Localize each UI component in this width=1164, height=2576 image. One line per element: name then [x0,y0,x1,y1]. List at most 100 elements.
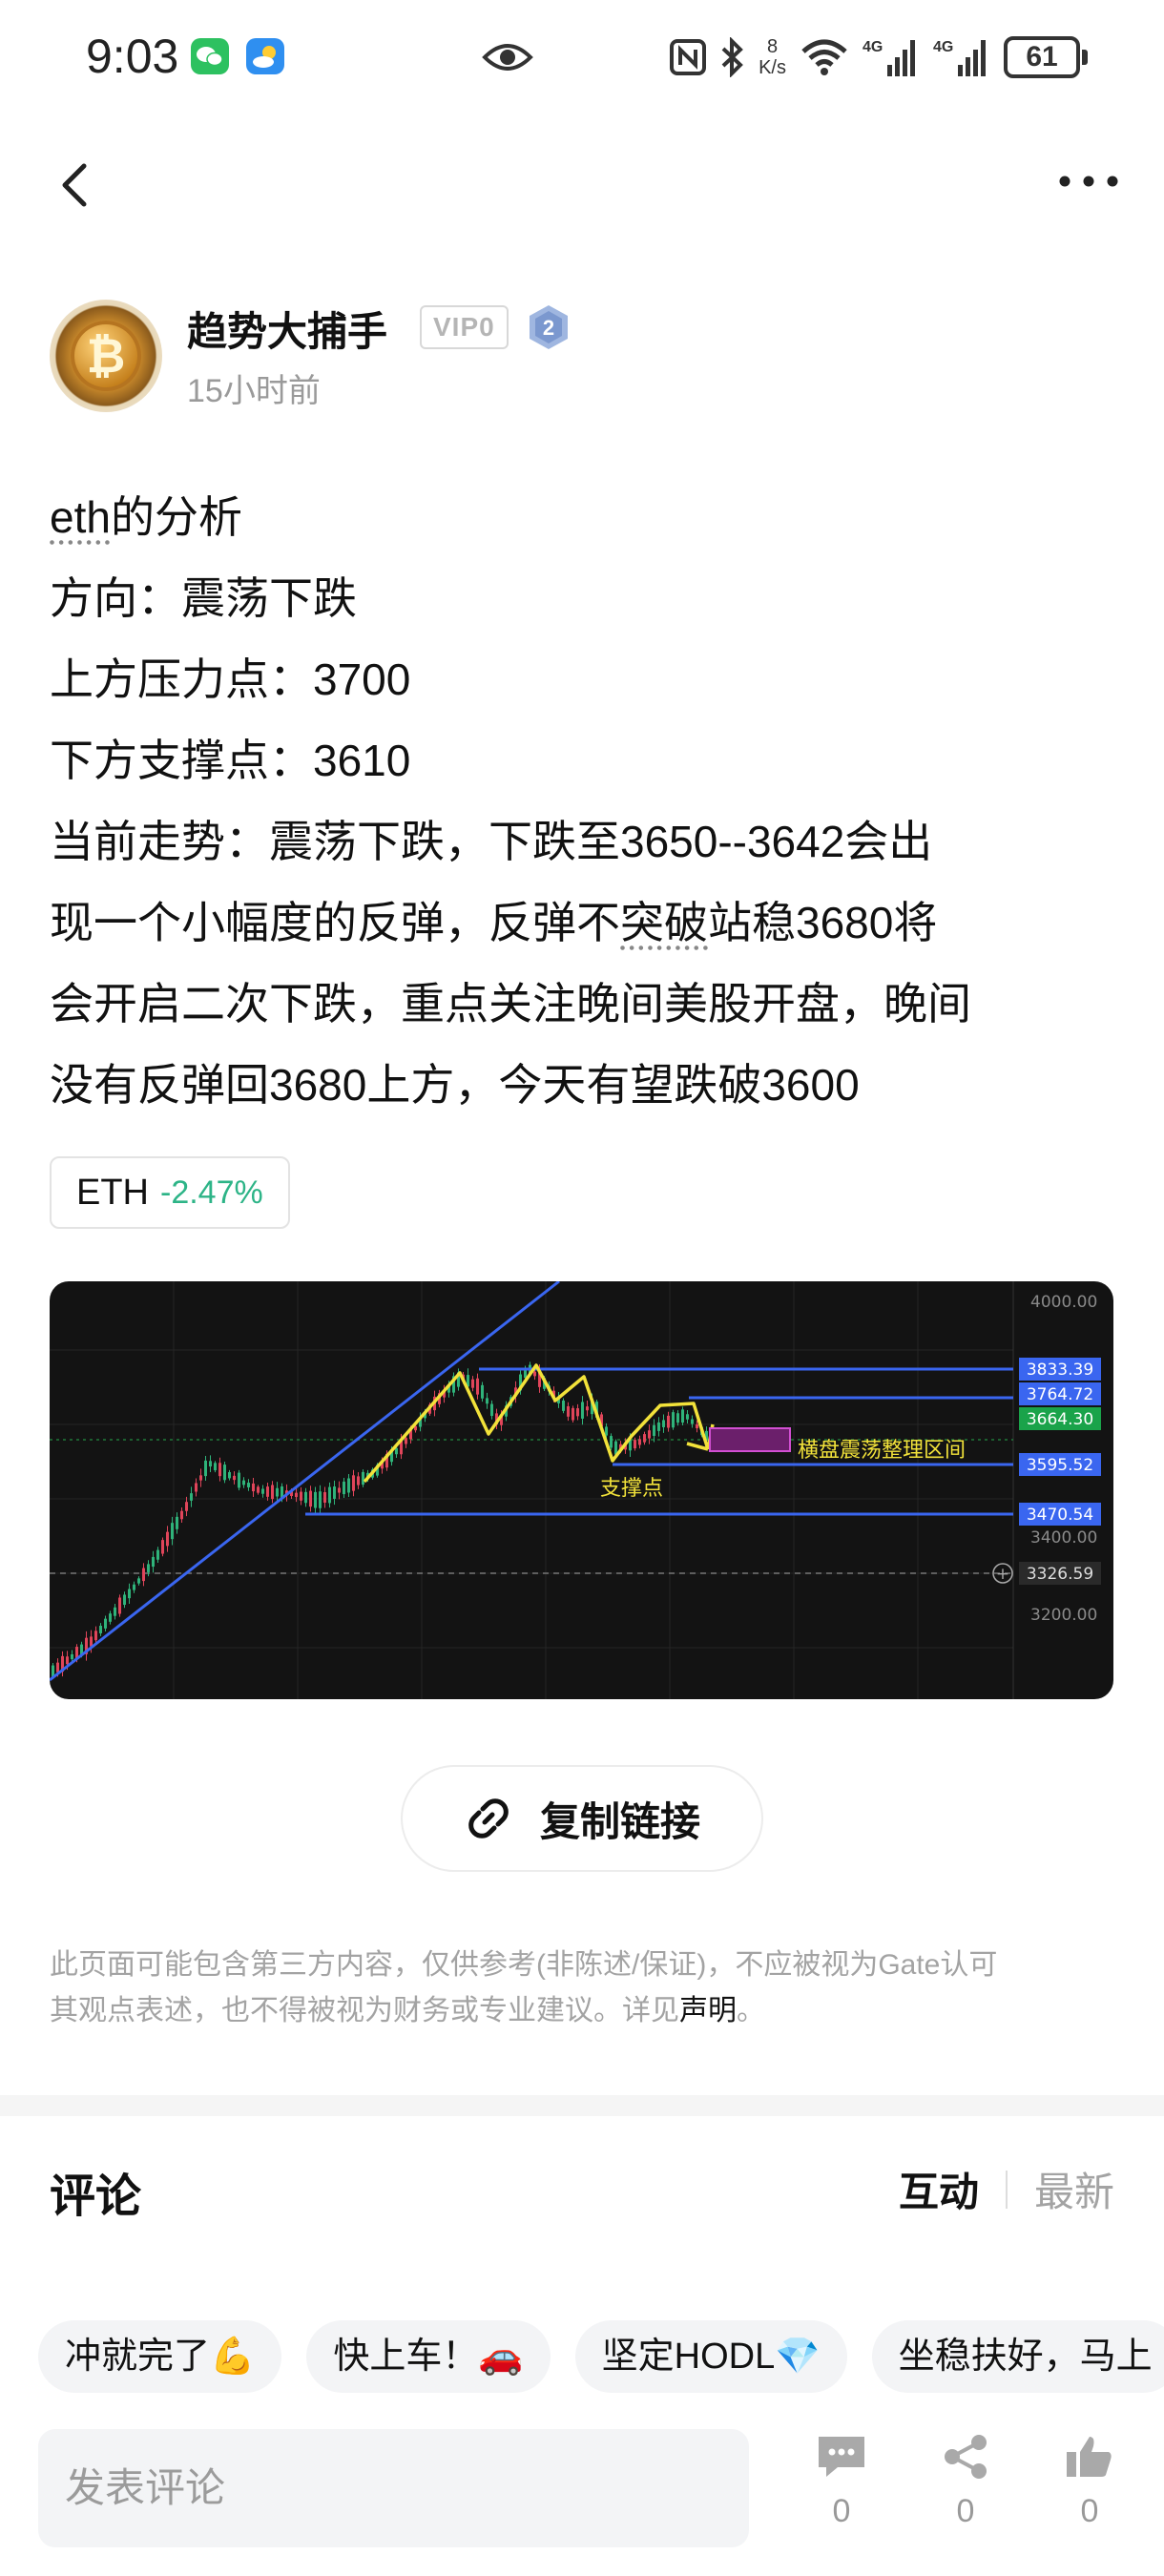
candle-body [309,1490,312,1507]
candle-body [242,1480,245,1485]
candle-body [667,1415,670,1428]
candle-body [696,1423,698,1429]
candle-body [90,1636,93,1647]
battery-icon: 61 [1004,36,1088,78]
candle-body [610,1436,613,1448]
candle-body [643,1434,646,1443]
copy-link-button[interactable]: 复制链接 [401,1765,763,1872]
candle-body [114,1607,116,1616]
axis-label: 3400.00 [1030,1528,1097,1548]
candle-body [137,1578,140,1584]
svg-text:3326.59: 3326.59 [1027,1565,1093,1584]
link-icon [468,1798,509,1839]
candle-body [261,1488,264,1494]
disclaimer: 此页面可能包含第三方内容，仅供参考(非陈述/保证)，不应被视为Gate认可 其观… [50,1949,998,2026]
candle-body [300,1491,302,1501]
status-time: 9:03 [86,30,179,83]
candle-body [486,1398,488,1404]
like-action[interactable]: 0 [1051,2433,1128,2530]
candle-body [653,1424,655,1437]
candle-body [672,1412,675,1428]
candle-body [657,1422,660,1431]
candle-body [314,1491,317,1508]
tab-separator [1005,2170,1008,2209]
post-line: 方向：震荡下跌 [50,573,357,623]
quick-reply-chip[interactable]: 冲就完了💪 [38,2320,282,2393]
candle-body [648,1430,651,1439]
wifi-icon [801,39,847,75]
statement-link[interactable]: 声明 [679,1995,737,2026]
candle-body [156,1549,159,1560]
candle-body [572,1407,574,1421]
candle-body [266,1486,269,1497]
post-body: eth的分析 方向：震荡下跌 上方压力点：3700 下方支撑点：3610 当前走… [50,477,1128,1126]
ticker-tag[interactable]: ETH -2.47% [50,1156,290,1229]
nfc-icon [670,39,707,75]
candle-body [691,1419,694,1424]
candle-body [634,1440,636,1449]
candle-body [190,1493,193,1501]
candle-body [180,1510,183,1520]
comment-action[interactable]: 0 [803,2433,880,2530]
quick-reply-chip[interactable]: 快上车！🚗 [306,2320,551,2393]
candle-body [638,1439,641,1445]
candle-body [662,1420,665,1427]
comments-title: 评论 [50,2171,142,2222]
candle-body [152,1556,155,1568]
svg-text:3833.39: 3833.39 [1027,1361,1093,1380]
share-icon [945,2435,987,2479]
candle-body [171,1523,174,1540]
ticker-symbol: ETH [76,1172,149,1213]
section-divider [0,2095,1164,2116]
candle-body [166,1531,169,1547]
candle-body [214,1463,217,1471]
quick-replies: 冲就完了💪 快上车！🚗 坚定HODL💎 坐稳扶好，马上 [38,2320,1164,2397]
axis-label: 4000.00 [1030,1293,1097,1312]
candle-body [352,1475,355,1491]
tab-latest[interactable]: 最新 [1034,2160,1114,2218]
quick-reply-chip[interactable]: 坚定HODL💎 [574,2320,847,2393]
candle-body [323,1492,326,1503]
candle-body [161,1540,164,1554]
like-count: 0 [1080,2493,1099,2529]
candle-body [304,1491,307,1504]
post-line: 现一个小幅度的反弹，反弹不突破站稳3680将 [50,898,938,947]
candle-body [576,1408,579,1417]
axis-label: 3200.00 [1030,1606,1097,1625]
candle-body [271,1485,274,1500]
candle-body [319,1491,322,1508]
quick-reply-chip[interactable]: 坐稳扶好，马上 [871,2320,1164,2393]
chart-image[interactable]: 横盘震荡整理区间 支撑点 4000.00 3400.00 3200.00 383… [50,1281,1113,1699]
candle-body [99,1626,102,1633]
comment-count: 0 [832,2493,851,2529]
author-name[interactable]: 趋势大捕手 [187,300,387,358]
candle-body [357,1476,360,1485]
candle-body [56,1662,59,1672]
avatar[interactable]: ₿ [50,300,162,412]
comment-input[interactable]: 发表评论 [38,2429,749,2547]
price-tag: 3764.72 [1019,1382,1101,1405]
candlesticks [52,1361,708,1680]
candle-body [343,1481,345,1495]
candle-body [533,1371,536,1377]
candle-body [605,1426,608,1436]
candle-body [681,1409,684,1423]
share-action[interactable]: 0 [927,2433,1004,2530]
candle-body [147,1564,150,1572]
post-line: 下方支撑点：3610 [50,736,411,785]
candle-body [123,1594,126,1606]
candle-body [218,1463,221,1477]
candle-body [338,1487,341,1493]
candle-body [567,1405,570,1417]
post-line: 没有反弹回3680上方，今天有望跌破3600 [50,1060,860,1110]
svg-text:3664.30: 3664.30 [1027,1410,1093,1429]
candle-body [581,1402,584,1419]
candle-body [586,1406,589,1411]
candle-body [71,1653,73,1660]
candle-body [362,1471,364,1485]
post-line: 当前走势：震荡下跌，下跌至3650--3642会出 [50,817,933,866]
tab-interactive[interactable]: 互动 [899,2160,979,2218]
candle-body [185,1502,188,1511]
more-button[interactable] [1055,160,1122,202]
back-button[interactable] [53,158,95,212]
